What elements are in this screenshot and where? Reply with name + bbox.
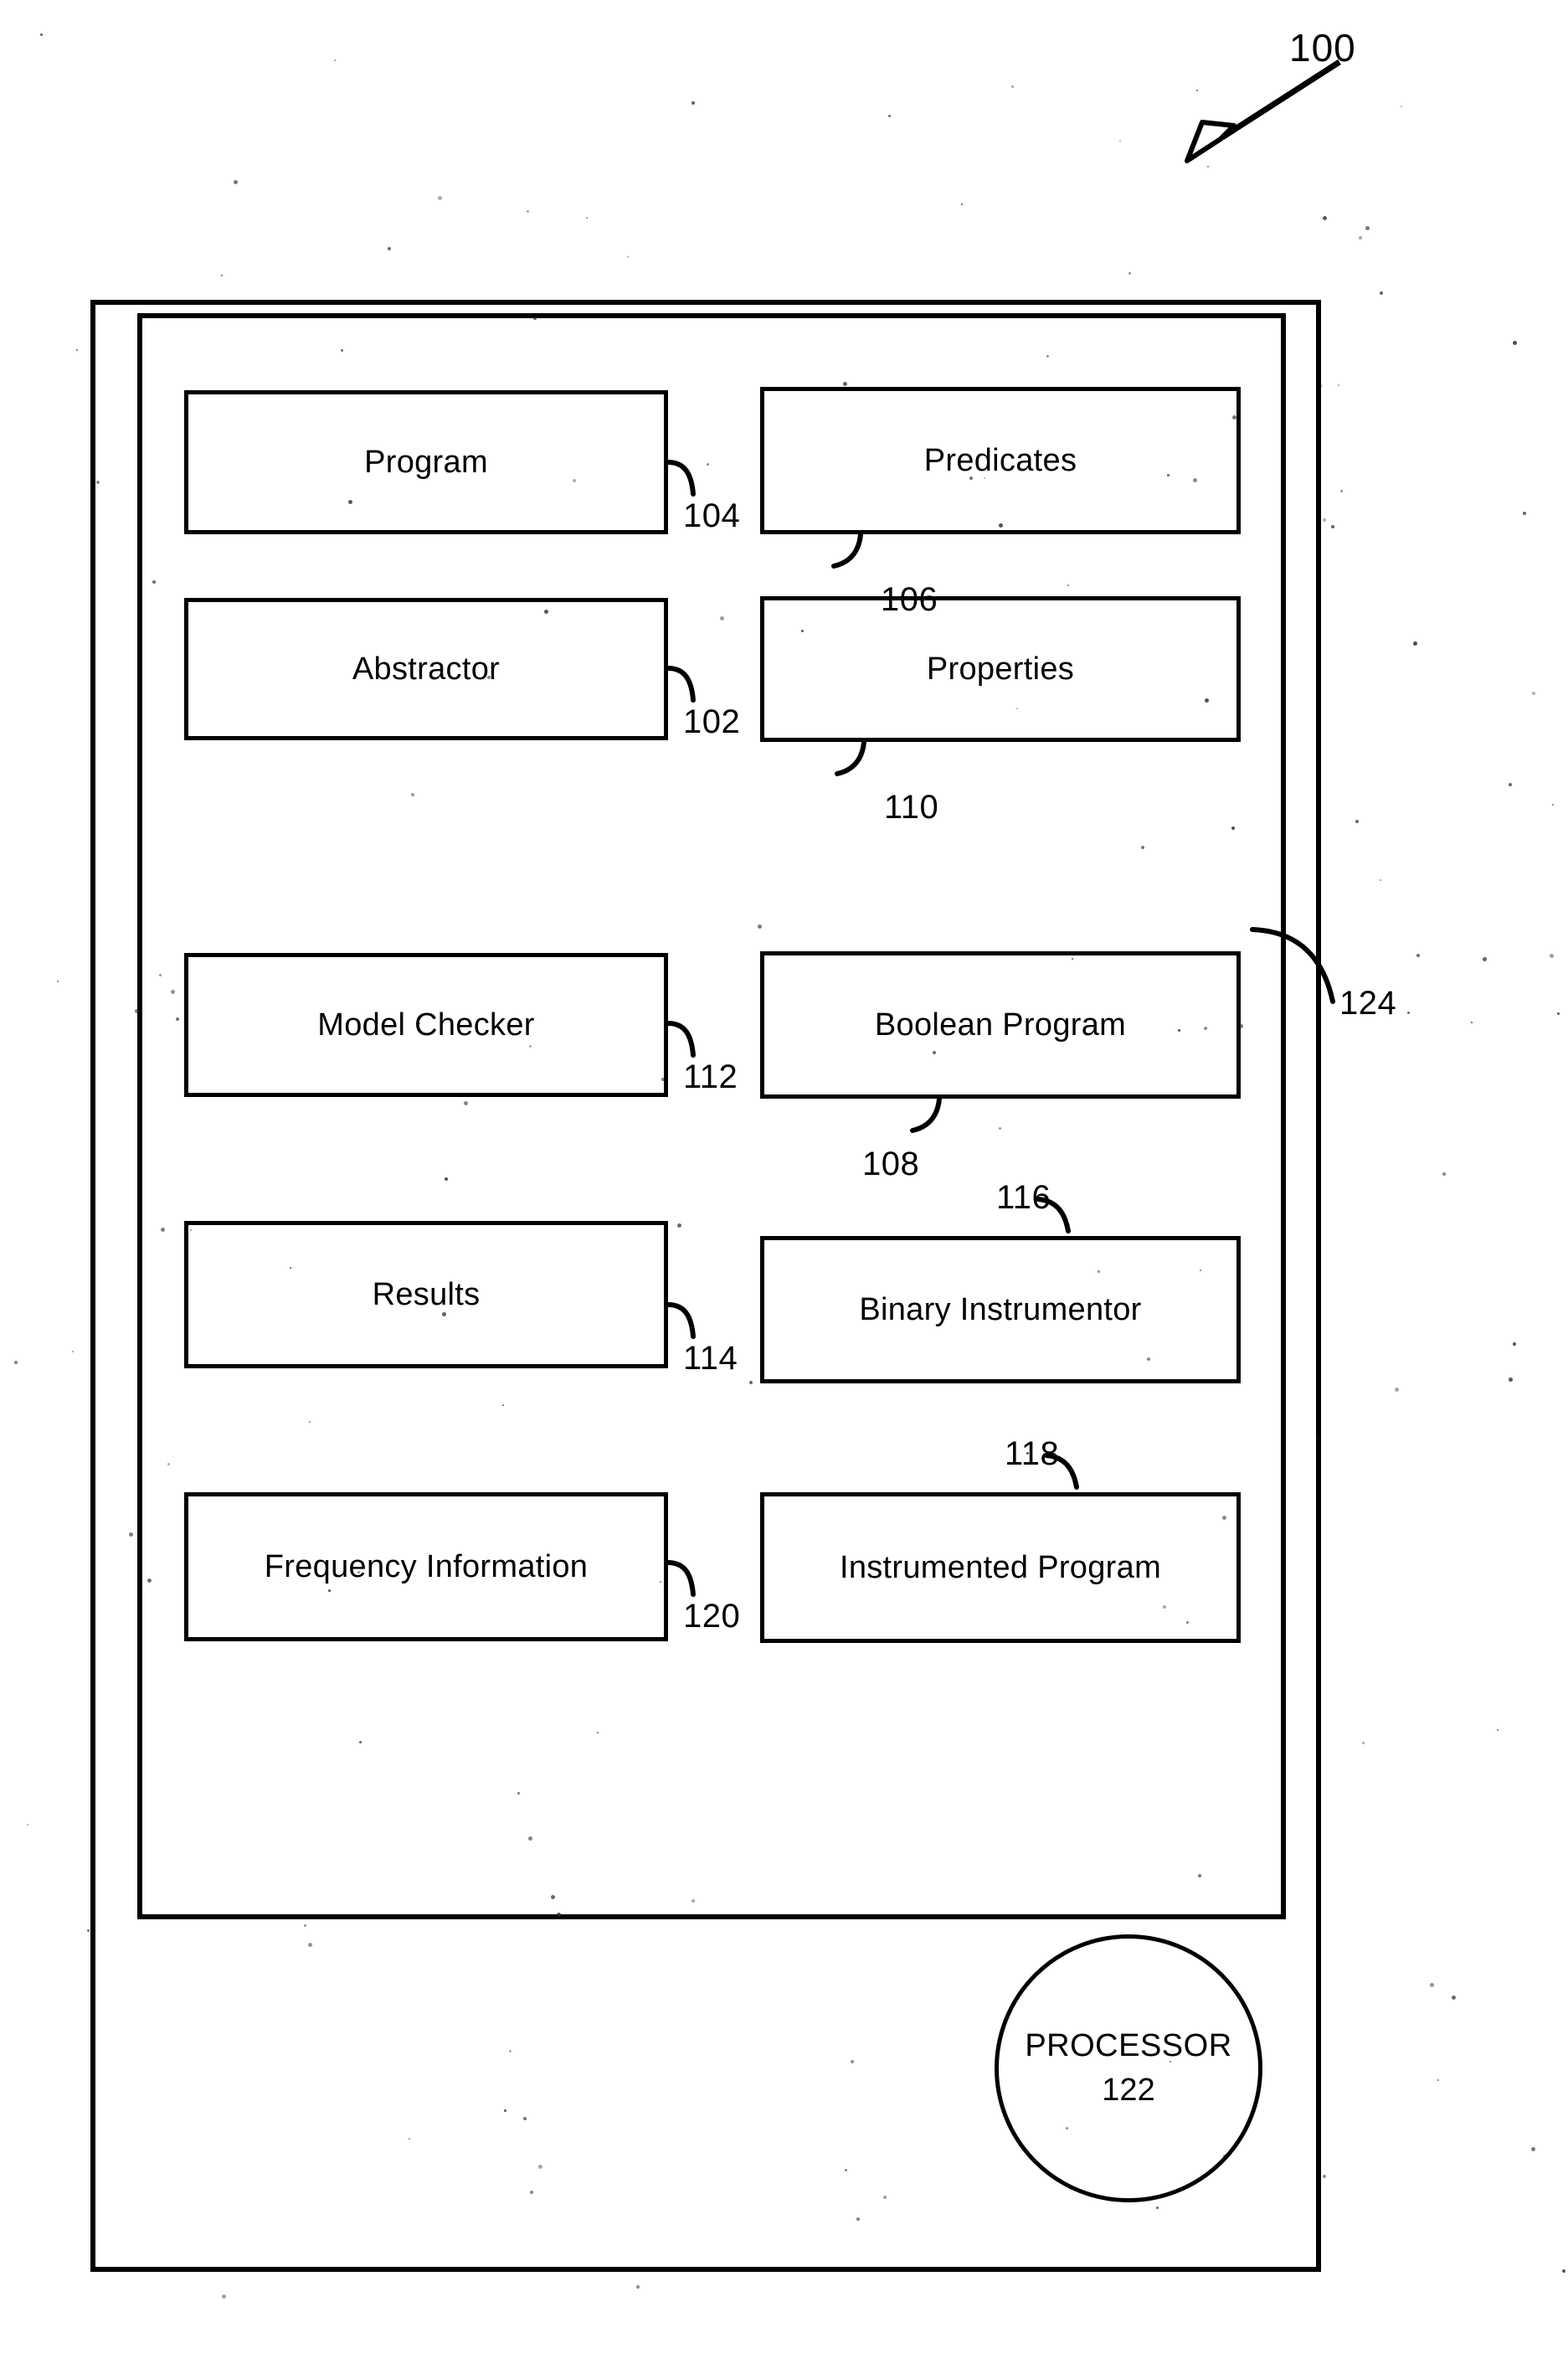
memory-boundary [137,313,1286,1919]
reference-numeral-104: 104 [683,497,741,534]
component-label: Abstractor [352,651,501,687]
reference-numeral-114: 114 [683,1340,738,1377]
component-label: Boolean Program [874,1007,1127,1043]
component-box-model-checker[interactable]: Model Checker [184,953,668,1097]
component-label: Program [364,444,488,480]
component-box-boolean-program[interactable]: Boolean Program [760,951,1241,1099]
processor-label: PROCESSOR [1025,2028,1232,2063]
component-label: Results [372,1276,481,1312]
patent-figure-page: 100 Program Predicates Abstractor Proper… [0,0,1568,2369]
reference-numeral-116: 116 [996,1179,1051,1216]
reference-numeral-110: 110 [884,789,939,826]
processor-numeral: 122 [1102,2073,1155,2108]
component-box-properties[interactable]: Properties [760,596,1241,742]
processor-node[interactable]: PROCESSOR 122 [995,1934,1262,2202]
component-box-program[interactable]: Program [184,390,668,534]
component-label: Binary Instrumentor [859,1291,1142,1327]
component-box-binary-instrumentor[interactable]: Binary Instrumentor [760,1236,1241,1383]
component-label: Model Checker [317,1007,535,1043]
component-label: Predicates [923,442,1077,478]
reference-numeral-106: 106 [881,581,938,618]
component-box-results[interactable]: Results [184,1221,668,1368]
reference-numeral-112: 112 [683,1058,738,1095]
component-box-predicates[interactable]: Predicates [760,387,1241,534]
component-box-abstractor[interactable]: Abstractor [184,598,668,740]
component-label: Frequency Information [264,1548,589,1584]
component-box-instrumented-program[interactable]: Instrumented Program [760,1492,1241,1643]
reference-numeral-118: 118 [1005,1435,1060,1472]
component-label: Properties [926,651,1075,687]
reference-numeral-120: 120 [683,1598,741,1635]
component-box-frequency-information[interactable]: Frequency Information [184,1492,668,1641]
reference-numeral-102: 102 [683,703,741,740]
reference-numeral-108: 108 [862,1146,920,1182]
component-label: Instrumented Program [839,1549,1162,1585]
callout-arrow-icon [1185,59,1341,163]
reference-numeral-124: 124 [1339,985,1397,1022]
